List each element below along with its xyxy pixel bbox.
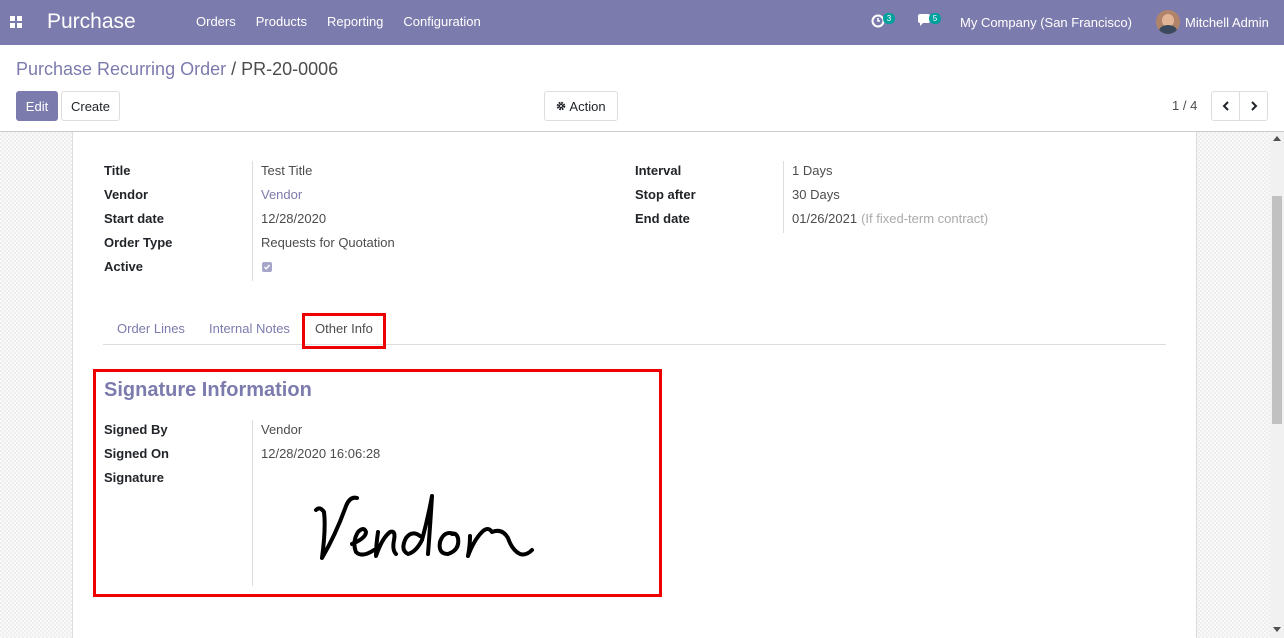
scroll-up-arrow-icon[interactable] xyxy=(1273,136,1281,141)
end-date-value: 01/26/2021 (If fixed-term contract) xyxy=(792,211,988,226)
check-icon xyxy=(263,264,271,270)
vendor-label: Vendor xyxy=(104,187,149,202)
top-navbar: Purchase Orders Products Reporting Confi… xyxy=(0,0,1284,45)
breadcrumb-separator: / xyxy=(231,59,237,79)
order-type-value: Requests for Quotation xyxy=(261,235,395,250)
active-checkbox[interactable] xyxy=(262,262,272,272)
tab-order-lines[interactable]: Order Lines xyxy=(117,321,185,336)
signed-on-value: 12/28/2020 16:06:28 xyxy=(261,446,381,461)
messages-badge: 5 xyxy=(929,13,941,24)
start-date-label: Start date xyxy=(104,211,164,226)
tab-internal-notes[interactable]: Internal Notes xyxy=(209,321,290,336)
pager-next-button[interactable] xyxy=(1239,91,1268,121)
menu-products[interactable]: Products xyxy=(256,14,307,29)
start-date-value: 12/28/2020 xyxy=(261,211,327,226)
action-button[interactable]: Action xyxy=(544,91,618,121)
stop-after-label: Stop after xyxy=(635,187,696,202)
gear-icon xyxy=(557,101,566,111)
breadcrumb-current: PR-20-0006 xyxy=(241,59,339,79)
apps-menu-icon[interactable] xyxy=(10,16,23,28)
end-date-label: End date xyxy=(635,211,690,226)
menu-orders[interactable]: Orders xyxy=(196,14,236,29)
pager-previous-button[interactable] xyxy=(1211,91,1240,121)
company-switcher[interactable]: My Company (San Francisco) xyxy=(960,15,1132,30)
main-menu: Orders Products Reporting Configuration xyxy=(186,14,491,29)
chevron-right-icon xyxy=(1250,101,1257,111)
chevron-left-icon xyxy=(1222,101,1229,111)
title-label: Title xyxy=(104,163,131,178)
active-label: Active xyxy=(104,259,144,274)
user-menu[interactable]: Mitchell Admin xyxy=(1185,15,1269,30)
signature-image xyxy=(314,494,534,560)
app-name[interactable]: Purchase xyxy=(47,10,136,34)
signature-section-title: Signature Information xyxy=(104,379,312,401)
interval-value: 1 Days xyxy=(792,163,833,178)
signed-by-label: Signed By xyxy=(104,422,168,437)
vendor-link[interactable]: Vendor xyxy=(261,187,302,202)
pager-value[interactable]: 1 / 4 xyxy=(1172,98,1197,113)
field-divider xyxy=(252,161,253,281)
signed-by-value: Vendor xyxy=(261,422,303,437)
user-avatar[interactable] xyxy=(1156,10,1180,34)
scroll-down-arrow-icon[interactable] xyxy=(1273,627,1281,632)
edit-button[interactable]: Edit xyxy=(16,91,58,121)
breadcrumb: Purchase Recurring Order / PR-20-0006 xyxy=(16,59,338,80)
field-divider xyxy=(252,420,253,586)
stop-after-value: 30 Days xyxy=(792,187,840,202)
activity-badge: 3 xyxy=(883,13,895,24)
interval-label: Interval xyxy=(635,163,682,178)
control-panel: Purchase Recurring Order / PR-20-0006 Edit… xyxy=(0,45,1284,132)
menu-configuration[interactable]: Configuration xyxy=(403,14,480,29)
breadcrumb-parent[interactable]: Purchase Recurring Order xyxy=(16,59,226,79)
signature-label: Signature xyxy=(104,470,164,485)
create-button[interactable]: Create xyxy=(61,91,120,121)
end-date-text: 01/26/2021 xyxy=(792,211,858,226)
menu-reporting[interactable]: Reporting xyxy=(327,14,383,29)
scrollbar[interactable] xyxy=(1270,132,1284,638)
scroll-thumb[interactable] xyxy=(1272,196,1282,424)
action-label: Action xyxy=(569,98,606,114)
notebook-tabs: Order Lines Internal Notes Other Info xyxy=(103,313,1166,345)
tab-highlight-box xyxy=(302,313,386,349)
field-divider xyxy=(783,161,784,233)
end-date-hint: (If fixed-term contract) xyxy=(861,211,989,226)
order-type-label: Order Type xyxy=(104,235,173,250)
signed-on-label: Signed On xyxy=(104,446,169,461)
title-value: Test Title xyxy=(261,163,313,178)
